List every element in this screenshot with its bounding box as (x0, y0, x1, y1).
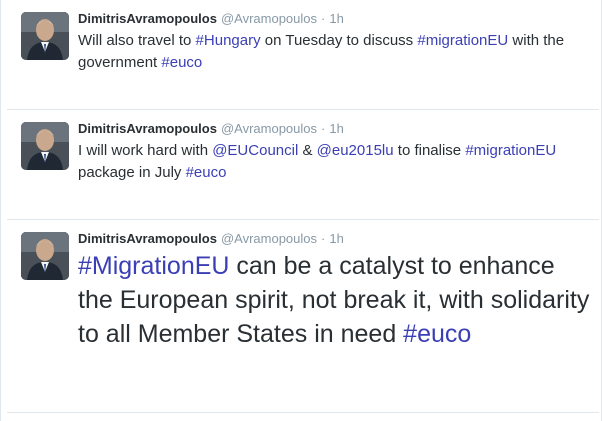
tweet-text-segment: package in July (78, 164, 186, 181)
author-name[interactable]: DimitrisAvramopoulos (78, 121, 217, 136)
tweet-header: DimitrisAvramopoulos @Avramopoulos · 1h (78, 231, 344, 247)
tweet-text-segment: on Tuesday to discuss (260, 32, 418, 49)
hashtag-link[interactable]: #euco (161, 54, 202, 71)
tweet-timestamp[interactable]: 1h (329, 231, 343, 246)
separator-dot: · (321, 11, 326, 26)
avatar[interactable] (21, 122, 69, 170)
tweet-text-segment: I will work hard with (78, 142, 213, 159)
mention-link[interactable]: @EUCouncil (212, 142, 298, 159)
tweet-text-segment: to finalise (393, 142, 466, 159)
tweet-header: DimitrisAvramopoulos @Avramopoulos · 1h (78, 121, 344, 137)
separator-dot: · (321, 121, 326, 136)
tweet-timestamp[interactable]: 1h (329, 121, 343, 136)
hashtag-link[interactable]: #Hungary (196, 32, 261, 49)
tweet-text: #MigrationEU can be a catalyst to enhanc… (78, 249, 593, 351)
avatar-image (21, 122, 69, 170)
hashtag-link[interactable]: #euco (186, 164, 227, 181)
tweet-timestamp[interactable]: 1h (329, 11, 343, 26)
avatar-image (21, 232, 69, 280)
author-name[interactable]: DimitrisAvramopoulos (78, 11, 217, 26)
author-handle[interactable]: @Avramopoulos (221, 11, 317, 26)
tweet-item[interactable]: DimitrisAvramopoulos @Avramopoulos · 1h #Mi… (7, 220, 599, 413)
tweet-item[interactable]: DimitrisAvramopoulos @Avramopoulos · 1h Wil… (7, 0, 599, 110)
avatar[interactable] (21, 232, 69, 280)
hashtag-link[interactable]: #euco (403, 320, 471, 348)
author-handle[interactable]: @Avramopoulos (221, 231, 317, 246)
tweet-timeline: DimitrisAvramopoulos @Avramopoulos · 1h Wil… (0, 0, 602, 421)
tweet-text: I will work hard with @EUCouncil & @eu20… (78, 140, 588, 184)
hashtag-link[interactable]: #migrationEU (417, 32, 508, 49)
tweet-text-segment: Will also travel to (78, 32, 196, 49)
avatar[interactable] (21, 12, 69, 60)
hashtag-link[interactable]: #MigrationEU (78, 252, 229, 280)
author-name[interactable]: DimitrisAvramopoulos (78, 231, 217, 246)
hashtag-link[interactable]: #migrationEU (465, 142, 556, 159)
tweet-item[interactable]: DimitrisAvramopoulos @Avramopoulos · 1h I w… (7, 110, 599, 220)
mention-link[interactable]: @eu2015lu (317, 142, 394, 159)
author-handle[interactable]: @Avramopoulos (221, 121, 317, 136)
tweet-header: DimitrisAvramopoulos @Avramopoulos · 1h (78, 11, 344, 27)
tweet-item-partial[interactable] (7, 413, 599, 421)
separator-dot: · (321, 231, 326, 246)
tweet-text: Will also travel to #Hungary on Tuesday … (78, 30, 588, 74)
tweet-text-segment: & (298, 142, 317, 159)
avatar-image (21, 12, 69, 60)
